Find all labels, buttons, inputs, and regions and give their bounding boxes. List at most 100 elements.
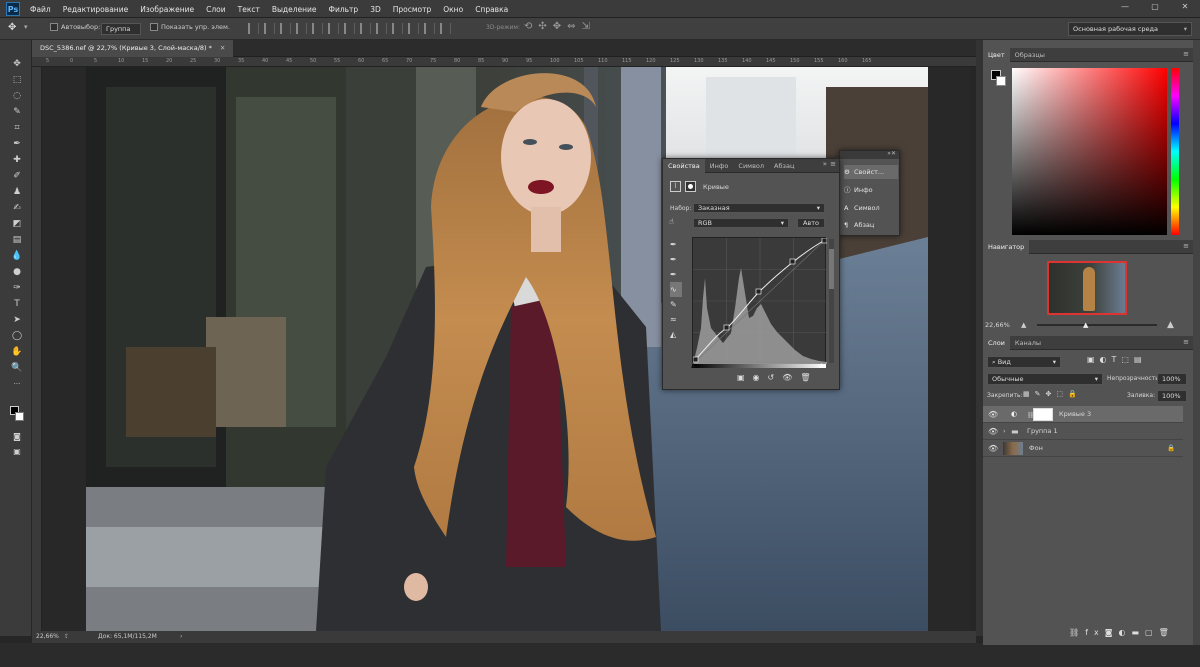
menu-item[interactable]: Изображение xyxy=(140,5,194,14)
lasso-tool-icon[interactable]: ◌ xyxy=(11,90,23,102)
move-tool-icon[interactable]: ✥ xyxy=(11,58,23,70)
smooth-icon[interactable]: ≈ xyxy=(670,312,682,327)
collapse-icon[interactable]: »✕ xyxy=(887,150,896,157)
layer-mask-thumbnail[interactable] xyxy=(1033,408,1053,421)
align-right-icon[interactable] xyxy=(328,23,339,34)
distribute-top-icon[interactable] xyxy=(344,23,355,34)
eraser-tool-icon[interactable]: ◩ xyxy=(11,218,23,230)
layer-row-group[interactable]: 👁 › ▬ Группа 1 xyxy=(983,423,1183,440)
visibility-eye-icon[interactable]: 👁 xyxy=(988,440,998,457)
distribute-hcenter-icon[interactable] xyxy=(408,23,419,34)
export-icon[interactable]: ⇪ xyxy=(64,631,69,643)
layer-row-curves[interactable]: 👁 ◐ ⛓ Кривые 3 xyxy=(983,406,1183,423)
blend-mode-select[interactable]: Обычные ▾ xyxy=(987,373,1103,385)
navigator-thumbnail[interactable] xyxy=(1047,261,1127,315)
menu-item[interactable]: Окно xyxy=(443,5,463,14)
crop-tool-icon[interactable]: ⌗ xyxy=(11,122,23,134)
mini-item-paragraph[interactable]: ¶ Абзац xyxy=(844,218,898,232)
zoom-in-icon[interactable]: ▲ xyxy=(1167,320,1174,330)
panel-menu-icon[interactable]: ≡ xyxy=(1183,50,1189,58)
zoom-slider-handle[interactable]: ▲ xyxy=(1083,321,1088,329)
clipping-warning-icon[interactable]: ◭ xyxy=(670,327,682,342)
mini-item-properties[interactable]: ⚙ Свойст... xyxy=(844,165,898,179)
expand-arrow-icon[interactable]: › xyxy=(1003,423,1006,440)
status-menu-arrow-icon[interactable]: › xyxy=(180,631,182,643)
panel-scrollbar[interactable] xyxy=(829,239,834,363)
channel-select[interactable]: RGB ▾ xyxy=(693,218,789,228)
screen-mode-icon[interactable]: ▣ xyxy=(11,446,23,458)
history-brush-tool-icon[interactable]: ✍ xyxy=(11,202,23,214)
tab-character[interactable]: Символ xyxy=(733,159,769,173)
maximize-icon[interactable]: ▢ xyxy=(1144,2,1166,14)
distribute-vcenter-icon[interactable] xyxy=(360,23,371,34)
document-tab[interactable]: DSC_5386.nef @ 22,7% (Кривые 3, Слой-мас… xyxy=(32,40,234,57)
mini-item-info[interactable]: ⓘ Инфо xyxy=(844,183,898,197)
healing-brush-tool-icon[interactable]: ✚ xyxy=(11,154,23,166)
navigator-zoom-slider[interactable] xyxy=(1037,324,1157,326)
menu-item[interactable]: Фильтр xyxy=(329,5,359,14)
navigator-zoom[interactable]: 22,66% xyxy=(985,321,1010,329)
3d-mode-icons[interactable]: ⟲✣✥⇔⇲ xyxy=(524,21,596,32)
hue-slider[interactable] xyxy=(1171,68,1179,235)
menu-item[interactable]: Редактирование xyxy=(63,5,128,14)
gradient-tool-icon[interactable]: ▤ xyxy=(11,234,23,246)
align-vcenter-icon[interactable] xyxy=(264,23,275,34)
menu-item[interactable]: Слои xyxy=(206,5,226,14)
black-point-slider[interactable]: ▲ xyxy=(691,362,696,369)
distribute-right-icon[interactable] xyxy=(424,23,435,34)
blur-tool-icon[interactable]: 💧 xyxy=(11,250,23,262)
quick-select-tool-icon[interactable]: ✎ xyxy=(11,106,23,118)
properties-bottom-actions[interactable]: ▣◉↺👁🗑 xyxy=(737,373,819,382)
dodge-tool-icon[interactable]: ● xyxy=(11,266,23,278)
layer-name[interactable]: Кривые 3 xyxy=(1059,406,1091,423)
gray-eyedropper-icon[interactable]: ✒ xyxy=(670,252,682,267)
brush-tool-icon[interactable]: ✐ xyxy=(11,170,23,182)
menu-item[interactable]: Просмотр xyxy=(393,5,432,14)
mask-icon[interactable] xyxy=(685,181,696,192)
panel-menu-icon[interactable]: ≡ xyxy=(830,160,836,168)
mini-item-character[interactable]: A Символ xyxy=(844,201,898,215)
move-tool-icon[interactable]: ✥ xyxy=(8,22,16,33)
curves-graph[interactable] xyxy=(692,237,828,365)
menu-item[interactable]: Текст xyxy=(238,5,260,14)
black-eyedropper-icon[interactable]: ✒ xyxy=(670,237,682,252)
tab-swatches[interactable]: Образцы xyxy=(1010,48,1050,62)
opacity-input[interactable]: 100% xyxy=(1157,373,1187,385)
zoom-tool-icon[interactable]: 🔍 xyxy=(11,362,23,374)
auto-align-icon[interactable] xyxy=(440,23,451,34)
close-tab-icon[interactable]: ✕ xyxy=(220,44,225,52)
layer-filter-icons[interactable]: ▣◐T⬚▤ xyxy=(1087,355,1147,364)
clone-stamp-tool-icon[interactable]: ♟ xyxy=(11,186,23,198)
preset-select[interactable]: Заказная ▾ xyxy=(693,203,825,213)
tab-color[interactable]: Цвет xyxy=(983,48,1010,62)
show-controls-option[interactable]: Показать упр. элем. xyxy=(150,23,230,31)
background-color-swatch[interactable] xyxy=(996,76,1006,86)
autoselect-checkbox[interactable] xyxy=(50,23,58,31)
distribute-bottom-icon[interactable] xyxy=(376,23,387,34)
layer-bottom-actions[interactable]: ⛓fx◙◐▬▢🗑 xyxy=(1069,628,1175,637)
lock-icons[interactable]: ▦✎✥⬚🔒 xyxy=(1023,390,1082,398)
align-left-icon[interactable] xyxy=(296,23,307,34)
type-tool-icon[interactable]: T xyxy=(11,298,23,310)
tool-preset-dropdown[interactable]: ▾ xyxy=(24,23,28,31)
workspace-select[interactable]: Основная рабочая среда ▾ xyxy=(1068,22,1192,36)
visibility-eye-icon[interactable]: 👁 xyxy=(988,423,998,440)
menu-item[interactable]: Справка xyxy=(475,5,508,14)
hand-tool-icon[interactable]: ✋ xyxy=(11,346,23,358)
autoselect-select[interactable]: Группа xyxy=(101,23,141,35)
pencil-icon[interactable]: ✎ xyxy=(670,297,682,312)
pen-tool-icon[interactable]: ✑ xyxy=(11,282,23,294)
layer-filter-select[interactable]: ⌕ Вид ▾ xyxy=(987,356,1061,368)
eyedropper-tool-icon[interactable]: ✒ xyxy=(11,138,23,150)
align-hcenter-icon[interactable] xyxy=(312,23,323,34)
layer-name[interactable]: Группа 1 xyxy=(1027,423,1058,440)
panel-menu-icon[interactable]: ≡ xyxy=(1183,242,1189,250)
on-image-adjust-icon[interactable]: ☝ xyxy=(669,217,674,226)
background-color-swatch[interactable] xyxy=(15,412,24,421)
align-top-icon[interactable] xyxy=(248,23,259,34)
tab-navigator[interactable]: Навигатор xyxy=(983,240,1030,254)
panel-menu-icon[interactable]: ≡ xyxy=(1183,338,1189,346)
distribute-left-icon[interactable] xyxy=(392,23,403,34)
tab-channels[interactable]: Каналы xyxy=(1010,336,1046,350)
minimize-icon[interactable]: — xyxy=(1114,2,1136,14)
